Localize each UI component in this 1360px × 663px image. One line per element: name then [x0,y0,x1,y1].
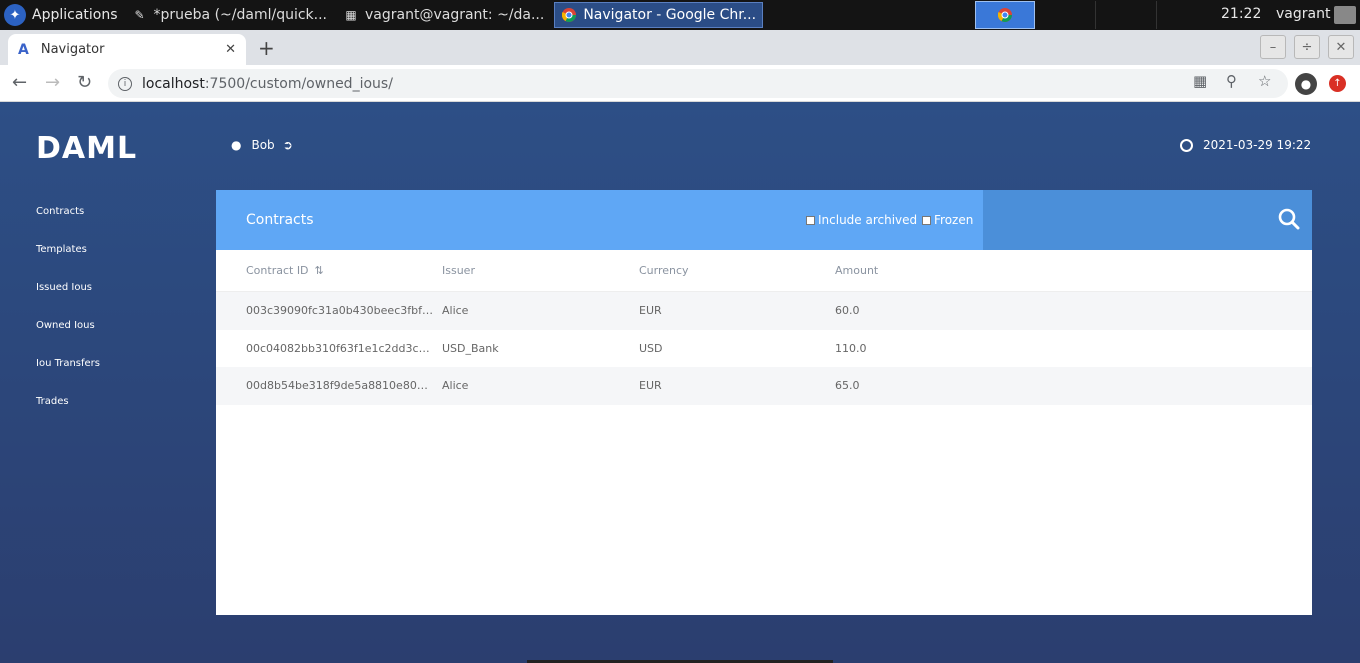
site-info-icon[interactable]: i [118,76,132,91]
daml-logo: DAML [36,131,138,166]
sidebar-item-contracts[interactable]: Contracts [36,206,100,244]
table-row[interactable]: 003c39090fc31a0b430beec3fbfc... Alice EU… [216,292,1312,330]
taskbar-user[interactable]: vagrant [1276,6,1330,22]
text-editor-icon: ✎ [134,8,145,22]
cell-contract-id: 003c39090fc31a0b430beec3fbfc... [246,304,434,317]
ledger-time-value: 2021-03-29 19:22 [1203,138,1312,152]
close-window-button[interactable]: ✕ [1328,35,1354,59]
chrome-icon [998,8,1012,22]
contracts-panel: Contracts Include archived Frozen Contra… [216,190,1312,615]
forward-button[interactable]: → [45,72,60,93]
tray-icon[interactable] [1334,6,1356,24]
maximize-window-button[interactable]: ÷ [1294,35,1320,59]
taskbar-item-chrome[interactable]: Navigator - Google Chr... [554,2,764,28]
workspace-2[interactable] [1036,1,1096,29]
sidebar-item-templates[interactable]: Templates [36,244,100,282]
cell-contract-id: 00c04082bb310f63f1e1c2dd3ce6... [246,341,434,355]
xfce-logo-icon: ✦ [4,4,26,26]
cell-issuer: USD_Bank [442,341,499,355]
column-header-issuer[interactable]: Issuer [442,264,475,277]
ledger-time[interactable]: 2021-03-29 19:22 [1180,138,1311,152]
table-header: Contract ID ⇅ Issuer Currency Amount [216,250,1312,292]
close-tab-icon[interactable]: ✕ [225,42,236,57]
sidebar-item-iou-transfers[interactable]: Iou Transfers [36,358,100,396]
user-box: ● Bob ➲ [231,138,303,152]
workspace-1[interactable] [975,1,1035,29]
chrome-icon [561,7,577,23]
applications-menu[interactable]: ✦ Applications [0,0,126,30]
cell-amount: 65.0 [835,379,860,392]
user-name: Bob [251,138,275,152]
user-icon: ● [231,138,242,152]
taskbar-item-terminal[interactable]: ▦ vagrant@vagrant: ~/da... [337,2,550,28]
column-header-contract-id[interactable]: Contract ID ⇅ [246,264,324,277]
taskbar-item-label: *prueba (~/daml/quick... [153,7,327,23]
cell-currency: EUR [639,379,662,392]
search-icon[interactable] [1278,208,1300,230]
browser-tab[interactable]: A Navigator ✕ [8,34,246,65]
panel-header: Contracts Include archived Frozen [216,190,1312,250]
address-bar[interactable]: i localhost:7500/custom/owned_ious/ [108,69,1288,98]
navigator-app: DAML ● Bob ➲ 2021-03-29 19:22 Contracts … [0,102,1360,663]
cell-currency: EUR [639,304,662,317]
url-host: localhost [142,75,205,92]
sidebar-nav: Contracts Templates Issued Ious Owned Io… [36,206,100,434]
zoom-icon[interactable]: ⚲ [1226,72,1237,90]
column-header-currency[interactable]: Currency [639,264,689,277]
search-area[interactable] [983,190,1312,250]
bookmark-star-icon[interactable]: ☆ [1258,72,1271,90]
minimize-window-button[interactable]: – [1260,35,1286,59]
reload-button[interactable]: ↻ [77,72,92,93]
taskbar-item-label: Navigator - Google Chr... [583,7,757,23]
os-taskbar: ✦ Applications ✎ *prueba (~/daml/quick..… [0,0,1360,30]
browser-toolbar: ← → ↻ i localhost:7500/custom/owned_ious… [0,65,1360,102]
checkbox-box[interactable] [922,215,931,225]
terminal-icon: ▦ [345,8,357,22]
applications-label: Applications [32,7,118,23]
sign-out-icon[interactable]: ➲ [283,138,293,152]
workspace-3[interactable] [1097,1,1157,29]
cell-issuer: Alice [442,304,469,317]
sidebar-item-trades[interactable]: Trades [36,396,100,434]
table-row[interactable]: 00c04082bb310f63f1e1c2dd3ce6... USD_Bank… [216,330,1312,368]
cell-amount: 110.0 [835,341,867,355]
sort-icon[interactable]: ⇅ [315,264,324,277]
taskbar-item-editor[interactable]: ✎ *prueba (~/daml/quick... [126,2,333,28]
back-button[interactable]: ← [12,72,27,93]
cell-issuer: Alice [442,379,469,392]
translate-icon[interactable]: ▦ [1193,72,1207,90]
taskbar-item-label: vagrant@vagrant: ~/da... [365,7,545,23]
frozen-label: Frozen [934,213,974,227]
browser-tabstrip: A Navigator ✕ + – ÷ ✕ [0,30,1360,65]
table-row[interactable]: 00d8b54be318f9de5a8810e8052... Alice EUR… [216,367,1312,405]
clock-icon [1180,138,1193,152]
panel-title: Contracts [246,212,314,228]
url-path: :7500/custom/owned_ious/ [204,75,393,92]
cell-amount: 60.0 [835,304,860,317]
profile-avatar-icon[interactable]: ● [1295,73,1317,95]
checkbox-box[interactable] [806,215,815,225]
tab-title: Navigator [40,42,105,57]
frozen-checkbox[interactable]: Frozen [922,213,973,227]
column-header-amount[interactable]: Amount [835,264,878,277]
taskbar-clock: 21:22 [1221,6,1262,22]
include-archived-checkbox[interactable]: Include archived [806,213,917,227]
cell-currency: USD [639,341,663,355]
include-archived-label: Include archived [818,213,918,227]
new-tab-button[interactable]: + [258,36,275,60]
daml-favicon-icon: A [18,41,29,58]
update-icon[interactable]: ↑ [1329,75,1346,92]
sidebar-item-owned-ious[interactable]: Owned Ious [36,320,100,358]
cell-contract-id: 00d8b54be318f9de5a8810e8052... [246,379,434,392]
sidebar-item-issued-ious[interactable]: Issued Ious [36,282,100,320]
